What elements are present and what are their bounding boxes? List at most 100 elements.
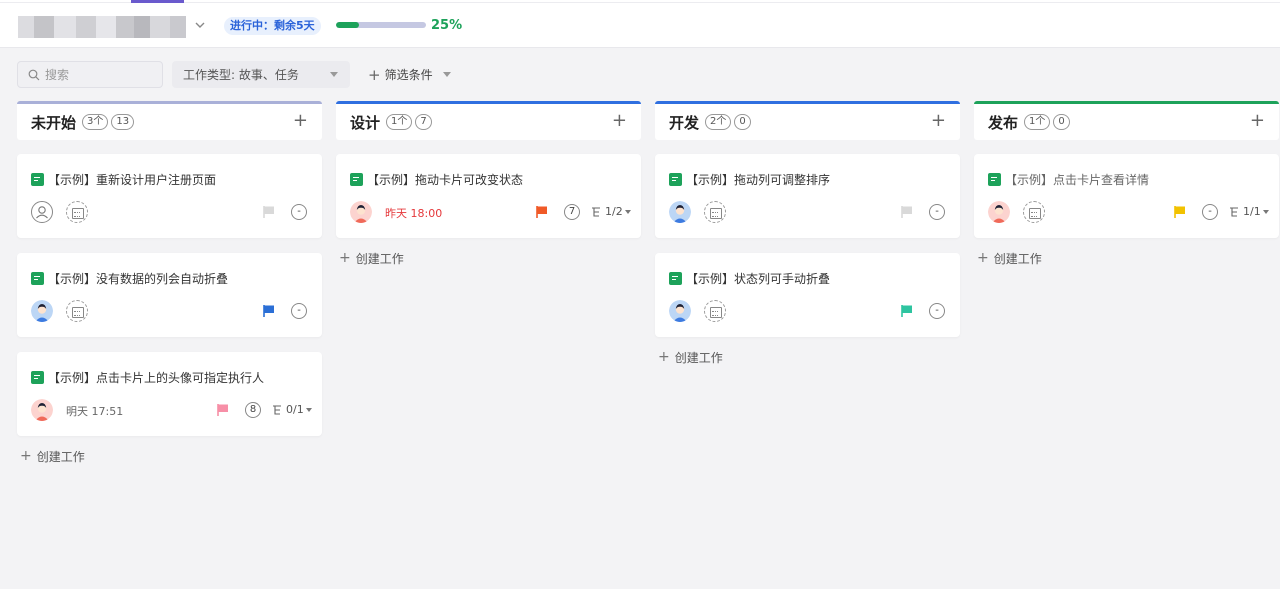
calendar-icon[interactable] bbox=[66, 201, 88, 223]
column-header[interactable]: 发布 1个 0 + bbox=[974, 101, 1279, 140]
card-title-text: 【示例】状态列可手动折叠 bbox=[686, 272, 831, 286]
assign-user-icon[interactable] bbox=[31, 201, 53, 223]
board-column: 设计 1个 7 + 【示例】拖动卡片可改变状态 昨天 18:00 1/2 7 + 创建工作 bbox=[336, 101, 641, 278]
priority-flag-icon[interactable] bbox=[262, 205, 276, 219]
story-type-icon bbox=[350, 173, 363, 186]
work-item-card[interactable]: 【示例】重新设计用户注册页面 - bbox=[17, 154, 322, 238]
column-card-count: 2个 bbox=[705, 114, 732, 130]
create-work-label: 创建工作 bbox=[674, 350, 723, 365]
card-title: 【示例】拖动列可调整排序 bbox=[669, 171, 830, 188]
story-type-icon bbox=[988, 173, 1001, 186]
subtask-progress[interactable]: 1/1 bbox=[1228, 205, 1269, 218]
assignee-avatar[interactable] bbox=[31, 399, 53, 421]
assignee-avatar[interactable] bbox=[350, 201, 372, 223]
assignee-avatar[interactable] bbox=[669, 201, 691, 223]
sprint-name-blurred[interactable] bbox=[18, 16, 186, 38]
card-title-text: 【示例】点击卡片查看详情 bbox=[1005, 173, 1150, 187]
story-type-icon bbox=[31, 272, 44, 285]
card-meta: - bbox=[669, 201, 947, 225]
sprint-status-badge: 进行中：剩余5天 bbox=[224, 17, 321, 35]
sprint-progress-fill bbox=[336, 22, 359, 28]
calendar-icon[interactable] bbox=[704, 201, 726, 223]
story-points[interactable]: - bbox=[929, 204, 945, 220]
column-header[interactable]: 未开始 3个 13 + bbox=[17, 101, 322, 140]
column-header[interactable]: 设计 1个 7 + bbox=[336, 101, 641, 140]
subtask-icon bbox=[273, 404, 281, 415]
column-wip-limit: 13 bbox=[111, 114, 135, 130]
subtask-progress[interactable]: 0/1 bbox=[271, 403, 312, 416]
create-work-button[interactable]: + 创建工作 bbox=[655, 337, 960, 377]
subtask-icon bbox=[592, 206, 600, 217]
plus-icon: + bbox=[20, 448, 32, 464]
work-item-card[interactable]: 【示例】状态列可手动折叠 - bbox=[655, 253, 960, 337]
assignee-avatar[interactable] bbox=[988, 201, 1010, 223]
card-title: 【示例】重新设计用户注册页面 bbox=[31, 171, 216, 188]
priority-flag-icon[interactable] bbox=[535, 205, 549, 219]
column-title: 未开始 bbox=[31, 113, 77, 132]
priority-flag-icon[interactable] bbox=[216, 403, 230, 417]
search-input[interactable] bbox=[45, 67, 155, 82]
assignee-avatar[interactable] bbox=[669, 300, 691, 322]
create-work-button[interactable]: + 创建工作 bbox=[17, 436, 322, 476]
card-title-text: 【示例】拖动列可调整排序 bbox=[686, 173, 831, 187]
priority-flag-icon[interactable] bbox=[900, 205, 914, 219]
column-header[interactable]: 开发 2个 0 + bbox=[655, 101, 960, 140]
story-points[interactable]: - bbox=[1202, 204, 1218, 220]
board-column: 未开始 3个 13 + 【示例】重新设计用户注册页面 - 【示例】没有数据的列会自动折叠 - 【… bbox=[17, 101, 322, 476]
subtask-progress[interactable]: 1/2 bbox=[590, 205, 631, 218]
board-column: 发布 1个 0 + 【示例】点击卡片查看详情 1/1 - + 创建工作 bbox=[974, 101, 1279, 278]
due-date[interactable]: 明天 17:51 bbox=[66, 403, 123, 419]
caret-down-icon bbox=[305, 407, 312, 412]
assignee-avatar[interactable] bbox=[31, 300, 53, 322]
top-divider bbox=[0, 2, 1280, 3]
card-meta: 昨天 18:00 1/2 7 bbox=[350, 201, 631, 225]
card-title: 【示例】没有数据的列会自动折叠 bbox=[31, 270, 228, 287]
work-item-card[interactable]: 【示例】点击卡片查看详情 1/1 - bbox=[974, 154, 1279, 238]
plus-icon: + bbox=[339, 250, 351, 266]
story-points[interactable]: - bbox=[929, 303, 945, 319]
create-work-button[interactable]: + 创建工作 bbox=[974, 238, 1279, 278]
subtask-count: 1/2 bbox=[605, 205, 623, 218]
work-item-card[interactable]: 【示例】拖动列可调整排序 - bbox=[655, 154, 960, 238]
caret-down-icon bbox=[330, 72, 338, 77]
due-date[interactable]: 昨天 18:00 bbox=[385, 205, 442, 221]
subtask-count: 0/1 bbox=[286, 403, 304, 416]
plus-icon: + bbox=[368, 65, 381, 84]
column-add-button[interactable]: + bbox=[1250, 112, 1265, 130]
story-points[interactable]: - bbox=[291, 303, 307, 319]
column-card-list: 【示例】拖动卡片可改变状态 昨天 18:00 1/2 7 bbox=[336, 154, 641, 238]
column-add-button[interactable]: + bbox=[293, 112, 308, 130]
work-item-card[interactable]: 【示例】没有数据的列会自动折叠 - bbox=[17, 253, 322, 337]
card-title-text: 【示例】点击卡片上的头像可指定执行人 bbox=[48, 371, 265, 385]
create-work-button[interactable]: + 创建工作 bbox=[336, 238, 641, 278]
column-card-count: 3个 bbox=[82, 114, 109, 130]
story-points[interactable]: 7 bbox=[564, 204, 580, 220]
work-item-card[interactable]: 【示例】点击卡片上的头像可指定执行人明天 17:51 0/1 8 bbox=[17, 352, 322, 436]
calendar-icon[interactable] bbox=[704, 300, 726, 322]
card-title-text: 【示例】重新设计用户注册页面 bbox=[48, 173, 217, 187]
story-points[interactable]: 8 bbox=[245, 402, 261, 418]
work-type-filter[interactable]: 工作类型: 故事、任务 bbox=[172, 61, 350, 88]
column-add-button[interactable]: + bbox=[612, 112, 627, 130]
priority-flag-icon[interactable] bbox=[1173, 205, 1187, 219]
card-meta: - bbox=[31, 300, 309, 324]
column-card-count: 1个 bbox=[1024, 114, 1051, 130]
column-card-list: 【示例】拖动列可调整排序 - 【示例】状态列可手动折叠 - bbox=[655, 154, 960, 337]
card-meta: 明天 17:51 0/1 8 bbox=[31, 399, 312, 423]
priority-flag-icon[interactable] bbox=[900, 304, 914, 318]
calendar-icon[interactable] bbox=[66, 300, 88, 322]
top-header: 进行中：剩余5天 25% bbox=[0, 0, 1280, 48]
column-card-list: 【示例】点击卡片查看详情 1/1 - bbox=[974, 154, 1279, 238]
story-type-icon bbox=[669, 272, 682, 285]
priority-flag-icon[interactable] bbox=[262, 304, 276, 318]
add-filter-button[interactable]: + 筛选条件 bbox=[368, 61, 451, 88]
chevron-down-icon[interactable] bbox=[193, 18, 207, 32]
calendar-icon[interactable] bbox=[1023, 201, 1045, 223]
plus-icon: + bbox=[658, 349, 670, 365]
work-item-card[interactable]: 【示例】拖动卡片可改变状态 昨天 18:00 1/2 7 bbox=[336, 154, 641, 238]
story-points[interactable]: - bbox=[291, 204, 307, 220]
search-box[interactable] bbox=[17, 61, 163, 88]
column-wip-limit: 7 bbox=[415, 114, 432, 130]
column-card-list: 【示例】重新设计用户注册页面 - 【示例】没有数据的列会自动折叠 - 【示例】点击卡片上… bbox=[17, 154, 322, 436]
column-add-button[interactable]: + bbox=[931, 112, 946, 130]
